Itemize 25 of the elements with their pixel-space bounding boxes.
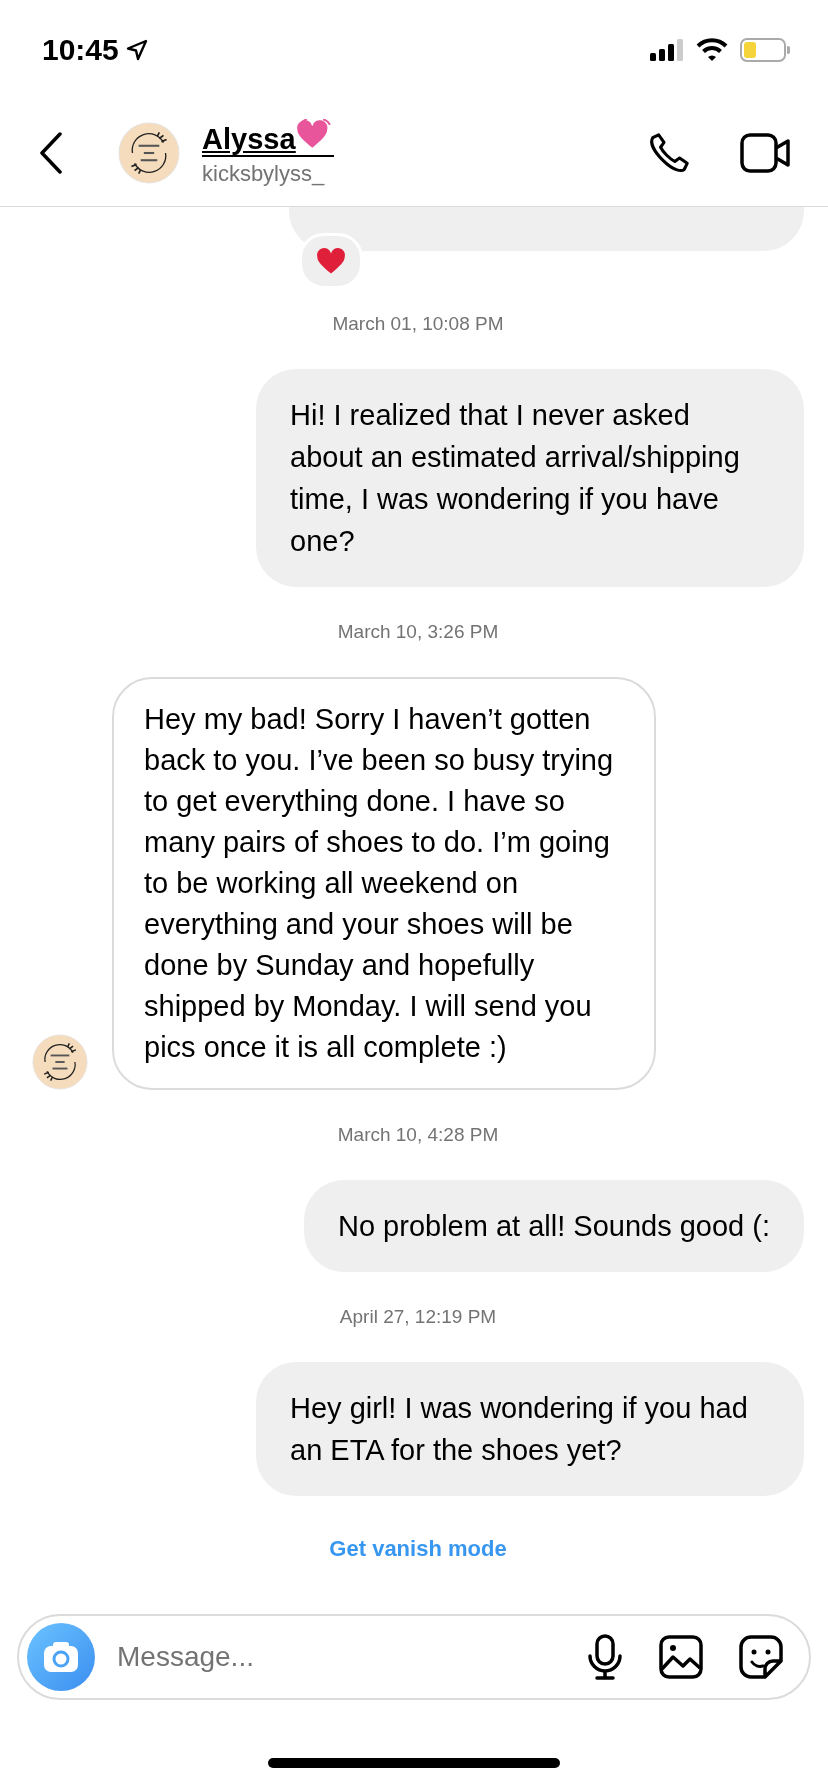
timestamp: March 01, 10:08 PM	[332, 313, 504, 335]
heart-icon	[316, 247, 346, 275]
sent-message: No problem at all! Sounds good (:	[303, 1180, 804, 1272]
contact-name[interactable]: Alyssa	[202, 123, 296, 155]
back-button[interactable]	[40, 132, 62, 174]
camera-icon	[43, 1641, 79, 1673]
timestamp: April 27, 12:19 PM	[339, 1306, 497, 1328]
received-message: Hey my bad! Sorry I haven’t gotten back to you. I’ve been so busy trying to get everything done. I have so many pairs of shoes to do. I’m going to be working all weekend on everything and your shoes will be done by Sunday and hopefully shipped by Monday. I will send you pics once it is all complete :)	[112, 677, 656, 1090]
location-arrow-icon	[124, 38, 149, 62]
timestamp: March 10, 3:26 PM	[337, 621, 499, 643]
signal-icon	[650, 39, 684, 61]
wifi-icon	[696, 38, 728, 62]
logo-icon	[32, 1034, 88, 1090]
sent-message: Hi! I realized that I never asked about an estimated arrival/shipping time, I was wondering if you have one?	[256, 369, 804, 587]
sent-message: Hey girl! I was wondering if you had an ETA for the shoes yet?	[256, 1362, 804, 1496]
timestamp: March 10, 4:28 PM	[337, 1124, 499, 1146]
camera-button[interactable]	[27, 1623, 95, 1691]
video-call-button[interactable]	[740, 132, 792, 174]
sticker-button[interactable]	[739, 1635, 783, 1679]
contact-username: kicksbylyss_	[202, 161, 326, 187]
status-time: 10:45	[42, 33, 119, 67]
microphone-button[interactable]	[587, 1634, 623, 1680]
gallery-button[interactable]	[659, 1635, 703, 1679]
logo-icon	[118, 122, 180, 184]
battery-icon	[740, 38, 790, 62]
